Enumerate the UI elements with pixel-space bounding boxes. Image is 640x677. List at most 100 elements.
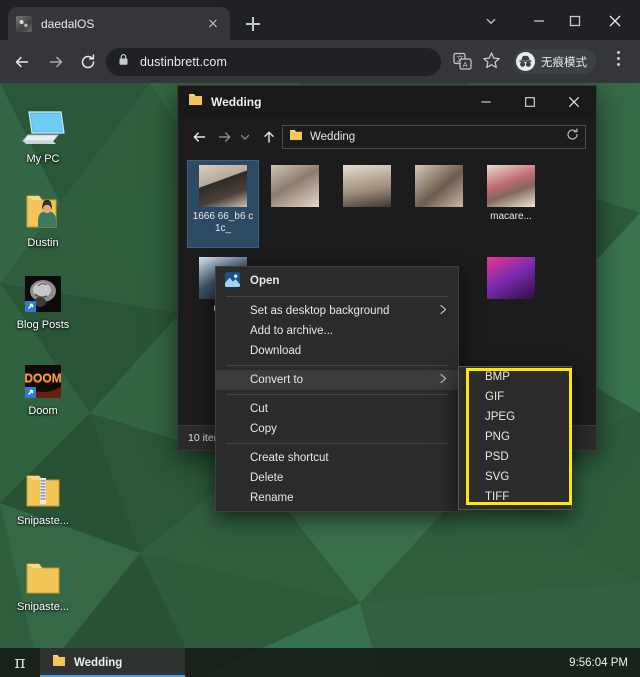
submenu-item-tiff[interactable]: TIFF (459, 487, 571, 507)
context-menu-item-set-as-desktop-background[interactable]: Set as desktop background (216, 301, 458, 321)
context-menu-item-label: Rename (250, 492, 294, 504)
context-menu-item-open[interactable]: Open (216, 270, 458, 292)
explorer-maximize-icon[interactable] (508, 86, 552, 118)
file-item-selected[interactable]: 1666 66_b6 c1c_ (187, 160, 259, 248)
desktop-icon-label: Dustin (27, 237, 59, 249)
zip-folder-icon (0, 465, 86, 511)
taskbar[interactable]: π Wedding 9:56:04 PM (0, 648, 640, 677)
user-folder-icon (0, 187, 86, 233)
submenu-item-label: PSD (485, 451, 509, 463)
incognito-mode-label: 无痕模式 (541, 56, 587, 69)
desktop-icon-dustin[interactable]: Dustin (0, 187, 86, 250)
explorer-recent-chevron-down-icon[interactable] (236, 126, 254, 148)
explorer-up-arrow-icon[interactable] (258, 126, 280, 148)
desktop-icon-my-pc[interactable]: My PC (0, 103, 86, 166)
file-label: macare... (490, 211, 532, 222)
file-thumbnail (487, 257, 535, 299)
lock-icon (118, 53, 131, 71)
context-menu-item-add-to-archive[interactable]: Add to archive... (216, 321, 458, 341)
desktop-icon-doom[interactable]: DOOM DOOM Doom (0, 355, 86, 418)
explorer-titlebar[interactable]: Wedding (178, 86, 596, 118)
start-button[interactable]: π (0, 648, 40, 677)
context-menu-separator (226, 365, 448, 366)
computer-icon (0, 103, 86, 149)
address-bar[interactable]: dustinbrett.com (106, 48, 441, 76)
explorer-minimize-icon[interactable] (464, 86, 508, 118)
folder-icon (289, 128, 303, 146)
tab-search-chevron-down-icon[interactable] (474, 8, 508, 34)
context-menu-separator (226, 443, 448, 444)
desktop-icon-label: Doom (28, 405, 58, 417)
submenu-item-psd[interactable]: PSD (459, 447, 571, 467)
back-arrow-icon[interactable] (8, 48, 36, 76)
tab-close-icon[interactable] (204, 15, 222, 33)
explorer-address-bar[interactable]: Wedding (282, 125, 586, 149)
explorer-navbar: Wedding (178, 118, 596, 155)
context-menu-item-delete[interactable]: Delete (216, 468, 458, 488)
context-menu-item-label: Delete (250, 472, 284, 484)
explorer-back-arrow-icon[interactable] (188, 126, 210, 148)
kebab-dot (616, 57, 620, 60)
submenu-item-label: PNG (485, 431, 510, 443)
submenu-item-svg[interactable]: SVG (459, 467, 571, 487)
context-menu-item-cut[interactable]: Cut (216, 399, 458, 419)
explorer-forward-arrow-icon[interactable] (214, 126, 236, 148)
desktop-icon-snipaste-folder[interactable]: Snipaste... (0, 551, 86, 614)
kebab-dot (616, 51, 620, 54)
submenu-item-png[interactable]: PNG (459, 427, 571, 447)
desktop-icon-blog-posts[interactable]: Blog Posts (0, 269, 86, 332)
file-thumbnail (199, 165, 247, 207)
convert-to-submenu[interactable]: BMP GIF JPEG PNG PSD SVG TIFF (458, 366, 572, 510)
context-menu[interactable]: Open Set as desktop background Add to ar… (215, 266, 459, 512)
taskbar-clock[interactable]: 9:56:04 PM (569, 657, 640, 669)
context-menu-item-label: Open (250, 275, 280, 287)
file-item[interactable] (404, 161, 474, 247)
translate-icon[interactable]: 文 A (452, 51, 473, 72)
svg-text:DOOM: DOOM (24, 371, 61, 385)
submenu-item-label: JPEG (485, 411, 516, 423)
context-menu-item-rename[interactable]: Rename (216, 488, 458, 508)
submenu-item-gif[interactable]: GIF (459, 387, 571, 407)
file-label: 1666 66_b6 c1c_ (192, 211, 254, 234)
context-menu-separator (226, 394, 448, 395)
folder-icon (188, 93, 203, 111)
browser-close-icon[interactable] (598, 8, 632, 34)
incognito-mode-badge[interactable]: 无痕模式 (513, 49, 596, 74)
file-thumbnail (415, 165, 463, 207)
doom-shortcut-icon: DOOM DOOM (0, 355, 86, 401)
file-item-macare[interactable]: macare... (476, 161, 546, 247)
submenu-item-label: SVG (485, 471, 510, 483)
file-item[interactable] (476, 253, 546, 339)
file-item[interactable] (332, 161, 402, 247)
taskbar-item-wedding[interactable]: Wedding (40, 648, 185, 677)
explorer-close-icon[interactable] (552, 86, 596, 118)
kebab-menu-icon[interactable] (608, 51, 628, 72)
forward-arrow-icon[interactable] (42, 48, 70, 76)
explorer-refresh-icon[interactable] (566, 128, 579, 146)
file-item[interactable] (260, 161, 330, 247)
context-menu-item-label: Copy (250, 423, 277, 435)
browser-maximize-icon[interactable] (558, 8, 592, 34)
star-icon[interactable] (482, 51, 503, 72)
context-menu-item-convert-to[interactable]: Convert to (216, 370, 458, 390)
browser-minimize-icon[interactable] (522, 8, 556, 34)
browser-tab-daedalos[interactable]: daedalOS (8, 7, 230, 40)
context-menu-item-label: Add to archive... (250, 325, 334, 337)
desktop-icon-label: Blog Posts (16, 319, 70, 331)
context-menu-item-copy[interactable]: Copy (216, 419, 458, 439)
desktop-icon-snipaste-zip[interactable]: Snipaste... (0, 465, 86, 528)
tab-strip: daedalOS (0, 0, 640, 40)
context-menu-item-label: Create shortcut (250, 452, 329, 464)
submenu-item-bmp[interactable]: BMP (459, 367, 571, 387)
desktop[interactable]: My PC Dustin Blog Posts DOOM DOOM Doom S… (0, 83, 640, 677)
submenu-item-jpeg[interactable]: JPEG (459, 407, 571, 427)
context-menu-item-download[interactable]: Download (216, 341, 458, 361)
browser-chrome: daedalOS dustinbrett.com 文 A 无痕模式 (0, 0, 640, 83)
screen: daedalOS dustinbrett.com 文 A 无痕模式 My PC … (0, 0, 640, 677)
tab-title: daedalOS (41, 16, 95, 31)
file-thumbnail (271, 165, 319, 207)
context-menu-item-create-shortcut[interactable]: Create shortcut (216, 448, 458, 468)
incognito-icon (516, 52, 535, 71)
new-tab-button[interactable] (240, 11, 266, 37)
reload-icon[interactable] (74, 48, 102, 76)
